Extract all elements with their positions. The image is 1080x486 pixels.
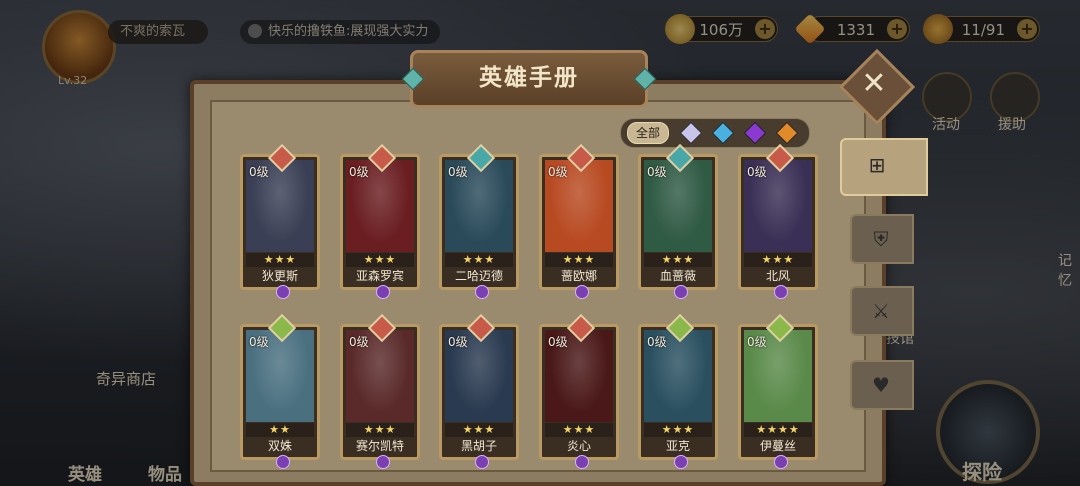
hero-card[interactable]: 0级 ★★★ 赛尔凯特 [340, 313, 420, 469]
hero-level: 0级 [548, 165, 568, 179]
filter-water-icon[interactable] [711, 121, 735, 145]
filter-all-button[interactable]: 全部 [627, 122, 669, 144]
hero-card[interactable]: 0级 ★★★ 血蔷薇 [638, 143, 718, 299]
hero-stars: ★★★ [445, 423, 513, 437]
card-frame: 0级 ★★★ 狄更斯 [240, 154, 320, 299]
hero-stars: ★★★ [744, 253, 812, 267]
hero-card[interactable]: 0级 ★★★ 亚森罗宾 [340, 143, 420, 299]
hero-level: 0级 [548, 335, 568, 349]
hero-level: 0级 [647, 335, 667, 349]
hero-name: 炎心 [566, 439, 591, 453]
hero-stars: ★★★ [545, 423, 613, 437]
faction-filter-bar: 全部 [620, 118, 810, 148]
hero-name: 黑胡子 [460, 439, 497, 453]
hero-stars: ★★★ [346, 253, 414, 267]
hero-card[interactable]: 0级 ★★★★ 伊蔓丝 [738, 313, 818, 469]
hero-level: 0级 [349, 335, 369, 349]
hero-level: 0级 [747, 165, 767, 179]
filter-fire-icon[interactable] [775, 121, 799, 145]
hero-gem-icon [674, 455, 688, 469]
hero-gem-icon [774, 285, 788, 299]
card-frame: 0级 ★★★ 北风 [738, 154, 818, 299]
hero-gem-icon [674, 285, 688, 299]
card-frame: 0级 ★★★ 亚森罗宾 [340, 154, 420, 299]
tab-all[interactable]: ⊞ [840, 138, 928, 196]
card-frame: 0级 ★★★ 血蔷薇 [638, 154, 718, 299]
hero-stars: ★★★ [644, 253, 712, 267]
hero-gem-icon [575, 285, 589, 299]
hero-level: 0级 [249, 335, 269, 349]
hero-gem-icon [376, 285, 390, 299]
hero-name: 亚森罗宾 [355, 269, 404, 283]
hero-level: 0级 [747, 335, 767, 349]
shield-icon: ⛨ [873, 227, 889, 251]
hero-name: 双姝 [267, 439, 292, 453]
hero-card[interactable]: 0级 ★★★ 黑胡子 [439, 313, 519, 469]
hero-name: 血蔷薇 [659, 269, 696, 283]
hero-gem-icon [376, 455, 390, 469]
hero-stars: ★★ [246, 423, 314, 437]
filter-light-icon[interactable] [679, 121, 703, 145]
hero-card[interactable]: 0级 ★★★ 二哈迈德 [439, 143, 519, 299]
hero-stars: ★★★ [445, 253, 513, 267]
hero-name: 北风 [765, 269, 790, 283]
hero-gem-icon [276, 455, 290, 469]
hero-name: 二哈迈德 [454, 269, 503, 283]
hero-gem-icon [276, 285, 290, 299]
hero-name: 蔷欧娜 [560, 269, 597, 283]
hero-name: 狄更斯 [261, 269, 298, 283]
hero-stars: ★★★ [545, 253, 613, 267]
hero-card[interactable]: 0级 ★★★ 北风 [738, 143, 818, 299]
hero-stars: ★★★ [246, 253, 314, 267]
hero-gem-icon [475, 285, 489, 299]
panel-title-text: 英雄手册 [479, 65, 579, 91]
card-frame: 0级 ★★★ 赛尔凯特 [340, 324, 420, 469]
hero-level: 0级 [249, 165, 269, 179]
hero-gem-icon [774, 455, 788, 469]
card-frame: 0级 ★★★ 炎心 [539, 324, 619, 469]
hero-card[interactable]: 0级 ★★★ 亚克 [638, 313, 718, 469]
hero-level: 0级 [448, 335, 468, 349]
hero-card[interactable]: 0级 ★★★ 狄更斯 [240, 143, 320, 299]
hero-card[interactable]: 0级 ★★★ 炎心 [539, 313, 619, 469]
hero-name: 赛尔凯特 [355, 439, 404, 453]
hero-card[interactable]: 0级 ★★★ 蔷欧娜 [539, 143, 619, 299]
tab-attack[interactable]: ⚔ [850, 286, 914, 336]
card-frame: 0级 ★★★ 亚克 [638, 324, 718, 469]
close-icon[interactable]: ✕ [850, 60, 898, 108]
grid-icon: ⊞ [868, 153, 886, 177]
tab-defense[interactable]: ⛨ [850, 214, 914, 264]
hero-stars: ★★★ [644, 423, 712, 437]
card-frame: 0级 ★★★★ 伊蔓丝 [738, 324, 818, 469]
panel-title: 英雄手册 [401, 50, 657, 108]
tab-heal[interactable]: ♥ [850, 360, 914, 410]
card-frame: 0级 ★★★ 蔷欧娜 [539, 154, 619, 299]
card-frame: 0级 ★★★ 二哈迈德 [439, 154, 519, 299]
hero-level: 0级 [349, 165, 369, 179]
hero-gem-icon [475, 455, 489, 469]
sword-icon: ⚔ [872, 299, 890, 323]
card-frame: 0级 ★★★ 黑胡子 [439, 324, 519, 469]
hero-name: 亚克 [665, 439, 690, 453]
heart-icon: ♥ [872, 373, 890, 397]
hero-level: 0级 [448, 165, 468, 179]
hero-gem-icon [575, 455, 589, 469]
hero-card[interactable]: 0级 ★★ 双姝 [240, 313, 320, 469]
filter-dark-icon[interactable] [743, 121, 767, 145]
hero-stars: ★★★ [346, 423, 414, 437]
hero-stars: ★★★★ [744, 423, 812, 437]
hero-level: 0级 [647, 165, 667, 179]
card-frame: 0级 ★★ 双姝 [240, 324, 320, 469]
hero-name: 伊蔓丝 [759, 439, 796, 453]
